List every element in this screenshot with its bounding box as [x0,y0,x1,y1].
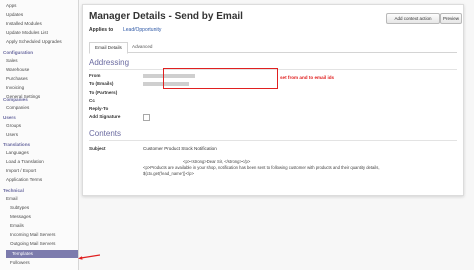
sidebar-item-incoming-mail-servers[interactable]: Incoming Mail Servers [0,231,78,239]
sidebar-item-messages[interactable]: Messages [0,213,78,221]
addressing-heading: Addressing [89,58,130,67]
annotation-arrow-icon [78,254,100,260]
add-signature-label: Add Signature [89,114,121,119]
to-partners-label: To (Partners) [89,90,118,95]
sidebar-head-companies: Companies [3,97,28,102]
subject-value[interactable]: Customer Product Stock Notification [143,146,217,151]
sidebar-item-templates[interactable]: Templates [6,250,78,258]
cc-label: Cc [89,98,95,103]
preview-button[interactable]: Preview [440,13,462,24]
sidebar-item-subtypes[interactable]: Subtypes [0,204,78,212]
annotation-text: set from and to email ids [280,75,335,80]
sidebar-item-application-terms[interactable]: Application Terms [0,176,78,184]
contents-heading: Contents [89,129,122,138]
sidebar-head-users: Users [3,115,16,120]
sidebar: Apps Updates Installed Modules Update Mo… [0,0,79,270]
from-label: From [89,73,101,78]
contents-divider [89,140,457,141]
sidebar-item-invoicing[interactable]: Invoicing [0,84,78,92]
sidebar-item-companies[interactable]: Companies [0,104,78,112]
sidebar-item-apps[interactable]: Apps [0,2,78,10]
sidebar-head-configuration: Configuration [3,50,34,55]
template-form-sheet: Manager Details - Send by Email Add cont… [82,4,464,196]
sidebar-item-languages[interactable]: Languages [0,149,78,157]
sidebar-item-installed-modules[interactable]: Installed Modules [0,20,78,28]
applies-to-label: Applies to [89,27,114,33]
tab-advanced[interactable]: Advanced [127,42,157,52]
sidebar-group-email[interactable]: Email [0,195,78,203]
form-tabs: Email Details Advanced [89,42,457,54]
sidebar-head-companies-label: Companies [3,97,28,102]
sidebar-item-apply-upgrades[interactable]: Apply Scheduled Upgrades [0,38,78,46]
body-line: <p>Products are available in your shop, … [143,165,380,170]
sidebar-item-sales[interactable]: Sales [0,57,78,65]
sidebar-item-users[interactable]: Users [0,131,78,139]
body-line: ${ctx.get('lead_name')}</p> [143,171,194,176]
sidebar-item-warehouse[interactable]: Warehouse [0,66,78,74]
sidebar-item-outgoing-mail-servers[interactable]: Outgoing Mail Servers [0,240,78,248]
sidebar-item-load-translation[interactable]: Load a Translation [0,158,78,166]
sidebar-item-groups[interactable]: Groups [0,122,78,130]
sidebar-item-update-modules-list[interactable]: Update Modules List [0,29,78,37]
tab-email-details[interactable]: Email Details [89,42,128,54]
sidebar-item-import-export[interactable]: Import / Export [0,167,78,175]
applies-to-link[interactable]: Lead/Opportunity [123,27,161,33]
sidebar-item-emails[interactable]: Emails [0,222,78,230]
body-line: <p><strong>Dear Sir, </strong></p> [183,159,251,164]
page-title: Manager Details - Send by Email [89,11,243,22]
highlight-box [163,68,278,89]
sidebar-head-translations: Translations [3,142,31,147]
add-context-action-button[interactable]: Add context action [386,13,440,24]
subject-label: Subject [89,146,106,151]
sidebar-head-technical: Technical [3,188,24,193]
sidebar-item-purchases[interactable]: Purchases [0,75,78,83]
add-signature-checkbox[interactable] [143,114,150,121]
to-emails-label: To (Emails) [89,81,114,86]
sidebar-item-updates[interactable]: Updates [0,11,78,19]
reply-to-label: Reply-To [89,106,109,111]
sidebar-item-followers[interactable]: Followers [0,259,78,267]
